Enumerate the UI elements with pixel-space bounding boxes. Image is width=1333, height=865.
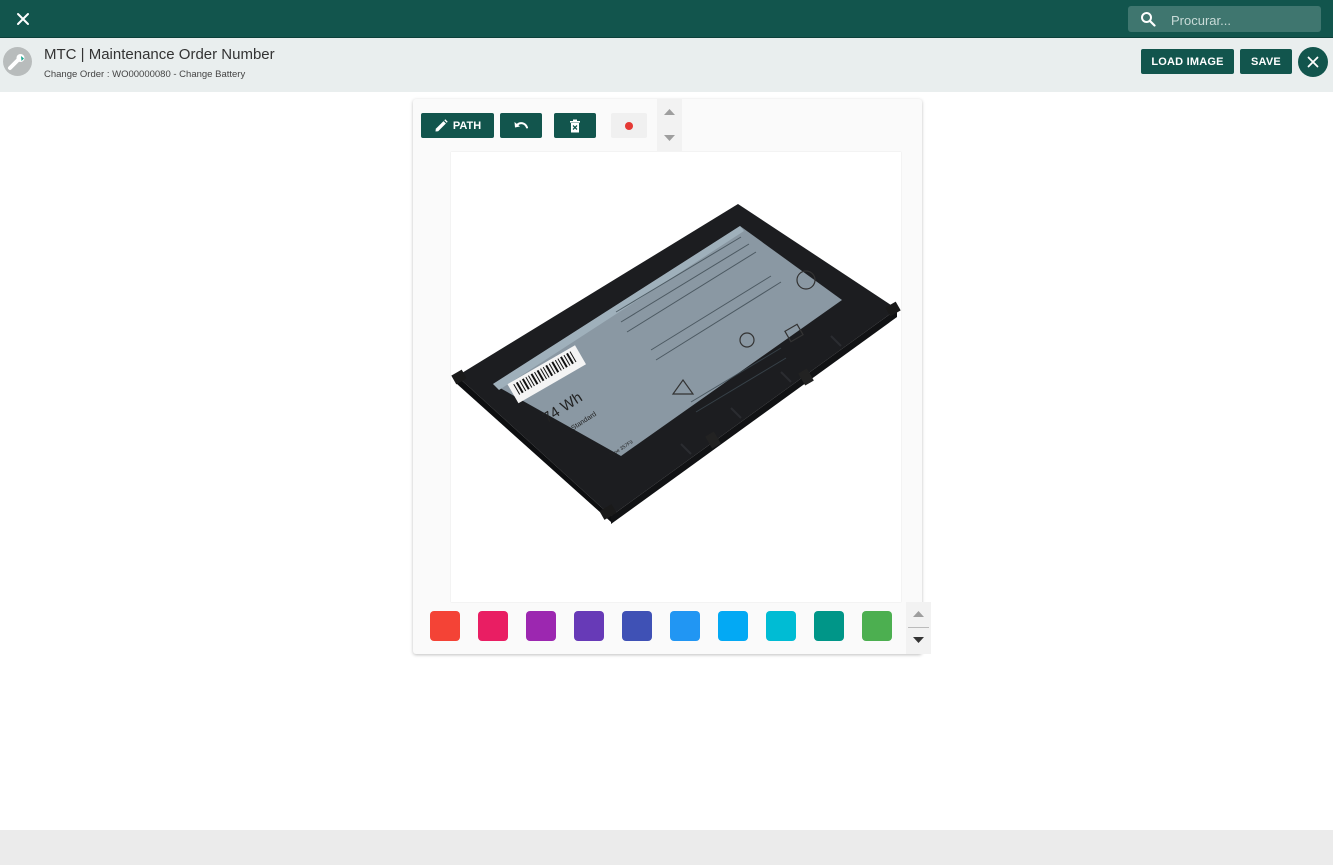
avatar [3,47,32,76]
path-tool-button[interactable]: PATH [421,113,494,138]
save-button[interactable]: SAVE [1240,49,1292,74]
top-bar [0,0,1333,38]
color-swatch-red[interactable] [430,611,460,641]
close-button[interactable] [1298,47,1328,77]
close-icon[interactable] [11,7,35,31]
scroll-down-icon[interactable] [663,133,676,143]
palette-scroller[interactable] [906,602,931,654]
color-swatch-teal[interactable] [814,611,844,641]
page-subtitle: Change Order : WO00000080 - Change Batte… [44,69,246,80]
color-swatch-green[interactable] [862,611,892,641]
scroller-divider [908,627,929,628]
drawing-canvas[interactable]: 74 Wh Standard Type 357F9 [451,152,901,602]
toolbar-scroller[interactable] [657,99,682,151]
scroll-up-icon[interactable] [912,609,925,619]
image-editor-card: PATH 74 Wh Standard Type 357F9 [413,99,931,654]
color-swatch-cyan[interactable] [766,611,796,641]
undo-icon [514,121,528,128]
scroll-down-icon[interactable] [912,635,925,645]
delete-icon [570,119,580,132]
color-swatch-light-blue[interactable] [718,611,748,641]
close-icon [1307,56,1319,68]
load-image-button[interactable]: LOAD IMAGE [1141,49,1234,74]
scroll-up-icon[interactable] [663,107,676,117]
undo-button[interactable] [500,113,542,138]
path-tool-label: PATH [452,119,482,132]
search-input[interactable] [1169,9,1318,31]
color-swatch-indigo[interactable] [622,611,652,641]
selected-color-dot [625,121,633,130]
page-header: MTC | Maintenance Order Number Change Or… [0,38,1333,92]
color-swatch-pink[interactable] [478,611,508,641]
color-swatch-purple[interactable] [526,611,556,641]
page-title: MTC | Maintenance Order Number [44,46,275,63]
search-box[interactable] [1128,6,1321,32]
battery-image: 74 Wh Standard Type 357F9 [451,204,901,524]
wrench-icon [8,54,25,70]
color-picker-button[interactable] [611,113,647,138]
search-icon [1141,12,1156,27]
delete-button[interactable] [554,113,596,138]
color-swatch-deep-purple[interactable] [574,611,604,641]
footer-bar [0,830,1333,865]
pencil-icon [435,118,448,131]
color-swatch-blue[interactable] [670,611,700,641]
